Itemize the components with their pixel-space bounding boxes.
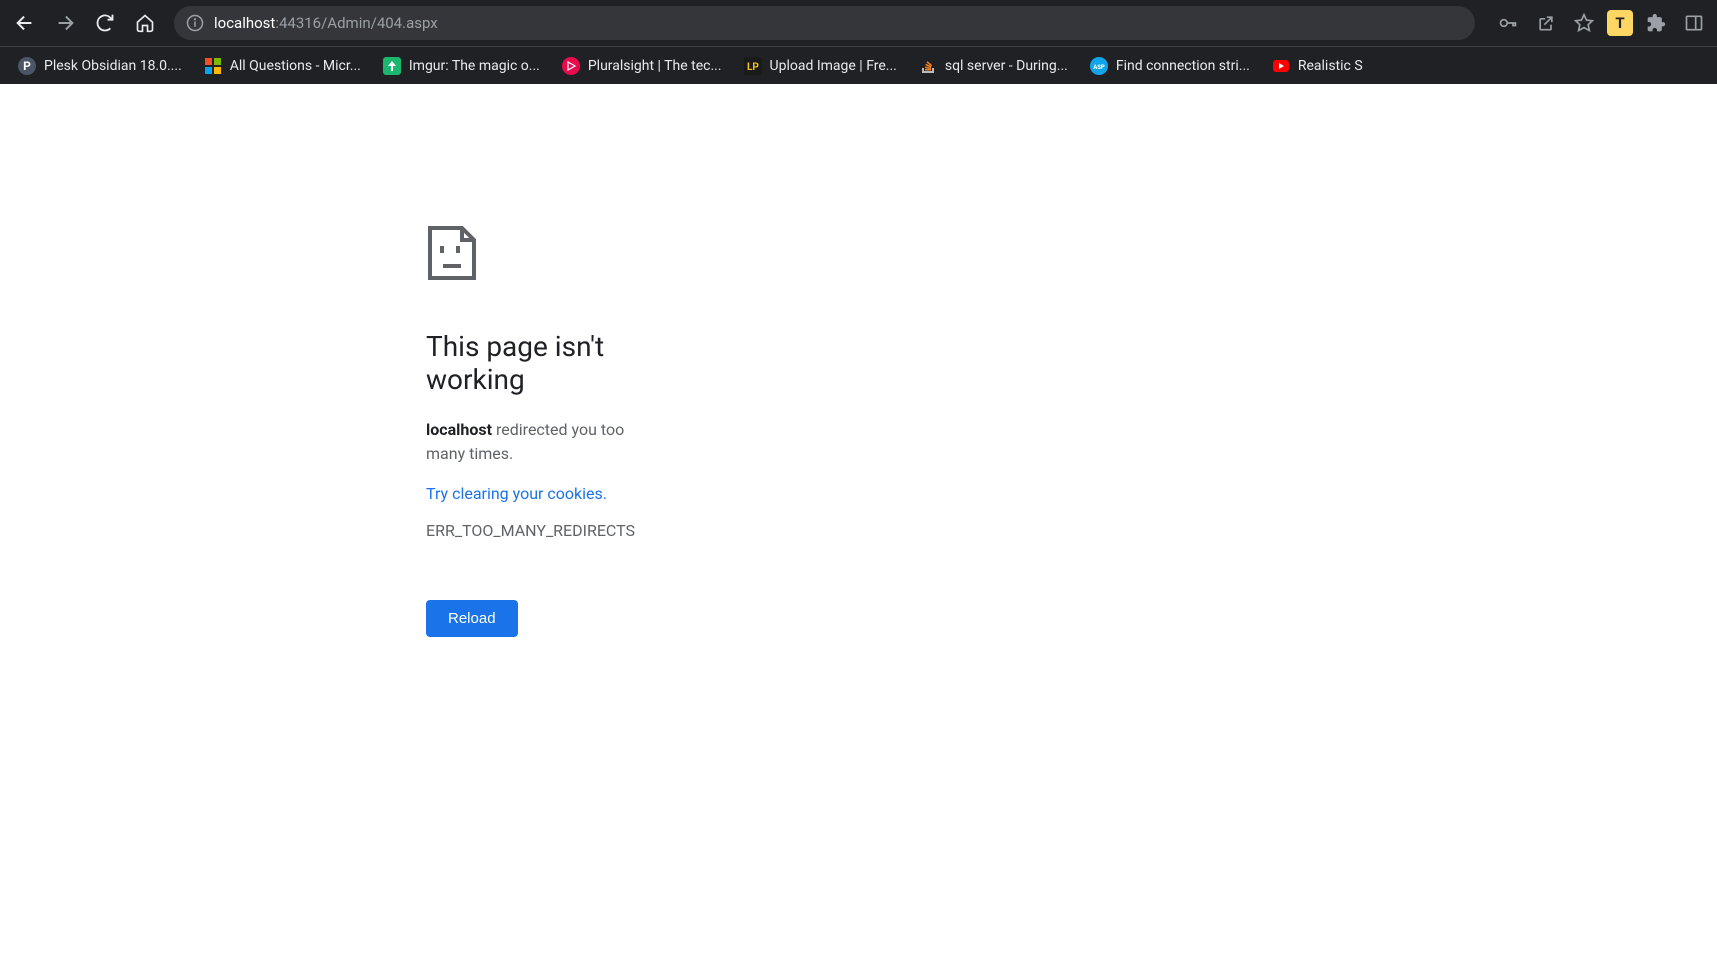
site-info-icon[interactable] <box>186 14 204 32</box>
microsoft-icon <box>204 57 222 75</box>
error-page: This page isn't working localhost redire… <box>0 84 640 637</box>
link-period: . <box>603 484 607 503</box>
error-description: localhost redirected you too many times. <box>426 418 640 466</box>
bookmark-label: sql server - During... <box>945 58 1068 74</box>
imgur-icon <box>383 57 401 75</box>
toolbar-right: T <box>1487 8 1709 38</box>
bookmark-asp[interactable]: ASP Find connection stri... <box>1080 52 1260 80</box>
error-host: localhost <box>426 420 492 439</box>
reload-button[interactable]: Reload <box>426 600 518 637</box>
upload-icon: LP <box>744 57 762 75</box>
bookmark-microsoft[interactable]: All Questions - Micr... <box>194 52 371 80</box>
bookmark-label: Find connection stri... <box>1116 58 1250 74</box>
share-icon[interactable] <box>1531 8 1561 38</box>
url-path: :44316/Admin/404.aspx <box>275 14 437 32</box>
svg-text:LP: LP <box>747 62 759 73</box>
home-icon <box>135 13 155 33</box>
bookmark-stackoverflow[interactable]: sql server - During... <box>909 52 1078 80</box>
bookmark-label: Imgur: The magic o... <box>409 58 540 74</box>
bookmark-imgur[interactable]: Imgur: The magic o... <box>373 52 550 80</box>
error-title: This page isn't working <box>426 330 640 396</box>
url-display: localhost:44316/Admin/404.aspx <box>214 14 438 32</box>
back-button[interactable] <box>8 6 42 40</box>
side-panel-icon[interactable] <box>1679 8 1709 38</box>
browser-chrome: localhost:44316/Admin/404.aspx T <box>0 0 1717 84</box>
bookmark-youtube[interactable]: Realistic S <box>1262 52 1373 80</box>
arrow-left-icon <box>14 12 36 34</box>
asp-icon: ASP <box>1090 57 1108 75</box>
profile-letter: T <box>1615 14 1624 32</box>
content-area: This page isn't working localhost redire… <box>0 84 1717 956</box>
arrow-right-icon <box>54 12 76 34</box>
youtube-icon <box>1272 57 1290 75</box>
bookmarks-bar: P Plesk Obsidian 18.0.... All Questions … <box>0 46 1717 84</box>
clear-cookies-link[interactable]: Try clearing your cookies <box>426 484 603 503</box>
bookmark-star-icon[interactable] <box>1569 8 1599 38</box>
bookmark-label: All Questions - Micr... <box>230 58 361 74</box>
extensions-icon[interactable] <box>1641 8 1671 38</box>
password-key-icon[interactable] <box>1493 8 1523 38</box>
bookmark-upload[interactable]: LP Upload Image | Fre... <box>734 52 907 80</box>
home-button[interactable] <box>128 6 162 40</box>
bookmark-pluralsight[interactable]: Pluralsight | The tec... <box>552 52 732 80</box>
stackoverflow-icon <box>919 57 937 75</box>
plesk-icon: P <box>18 57 36 75</box>
svg-text:P: P <box>23 59 31 73</box>
toolbar: localhost:44316/Admin/404.aspx T <box>0 0 1717 46</box>
profile-badge[interactable]: T <box>1607 10 1633 36</box>
bookmark-label: Plesk Obsidian 18.0.... <box>44 58 182 74</box>
pluralsight-icon <box>562 57 580 75</box>
bookmark-label: Pluralsight | The tec... <box>588 58 722 74</box>
bookmark-label: Upload Image | Fre... <box>770 58 897 74</box>
sad-page-icon <box>426 224 640 282</box>
reload-nav-button[interactable] <box>88 6 122 40</box>
error-code: ERR_TOO_MANY_REDIRECTS <box>426 521 640 540</box>
forward-button[interactable] <box>48 6 82 40</box>
address-bar[interactable]: localhost:44316/Admin/404.aspx <box>174 6 1475 40</box>
url-host: localhost <box>214 14 275 32</box>
svg-text:ASP: ASP <box>1093 64 1105 71</box>
bookmark-label: Realistic S <box>1298 58 1363 74</box>
bookmark-plesk[interactable]: P Plesk Obsidian 18.0.... <box>8 52 192 80</box>
error-link-wrapper: Try clearing your cookies. <box>426 484 640 521</box>
reload-icon <box>95 13 115 33</box>
